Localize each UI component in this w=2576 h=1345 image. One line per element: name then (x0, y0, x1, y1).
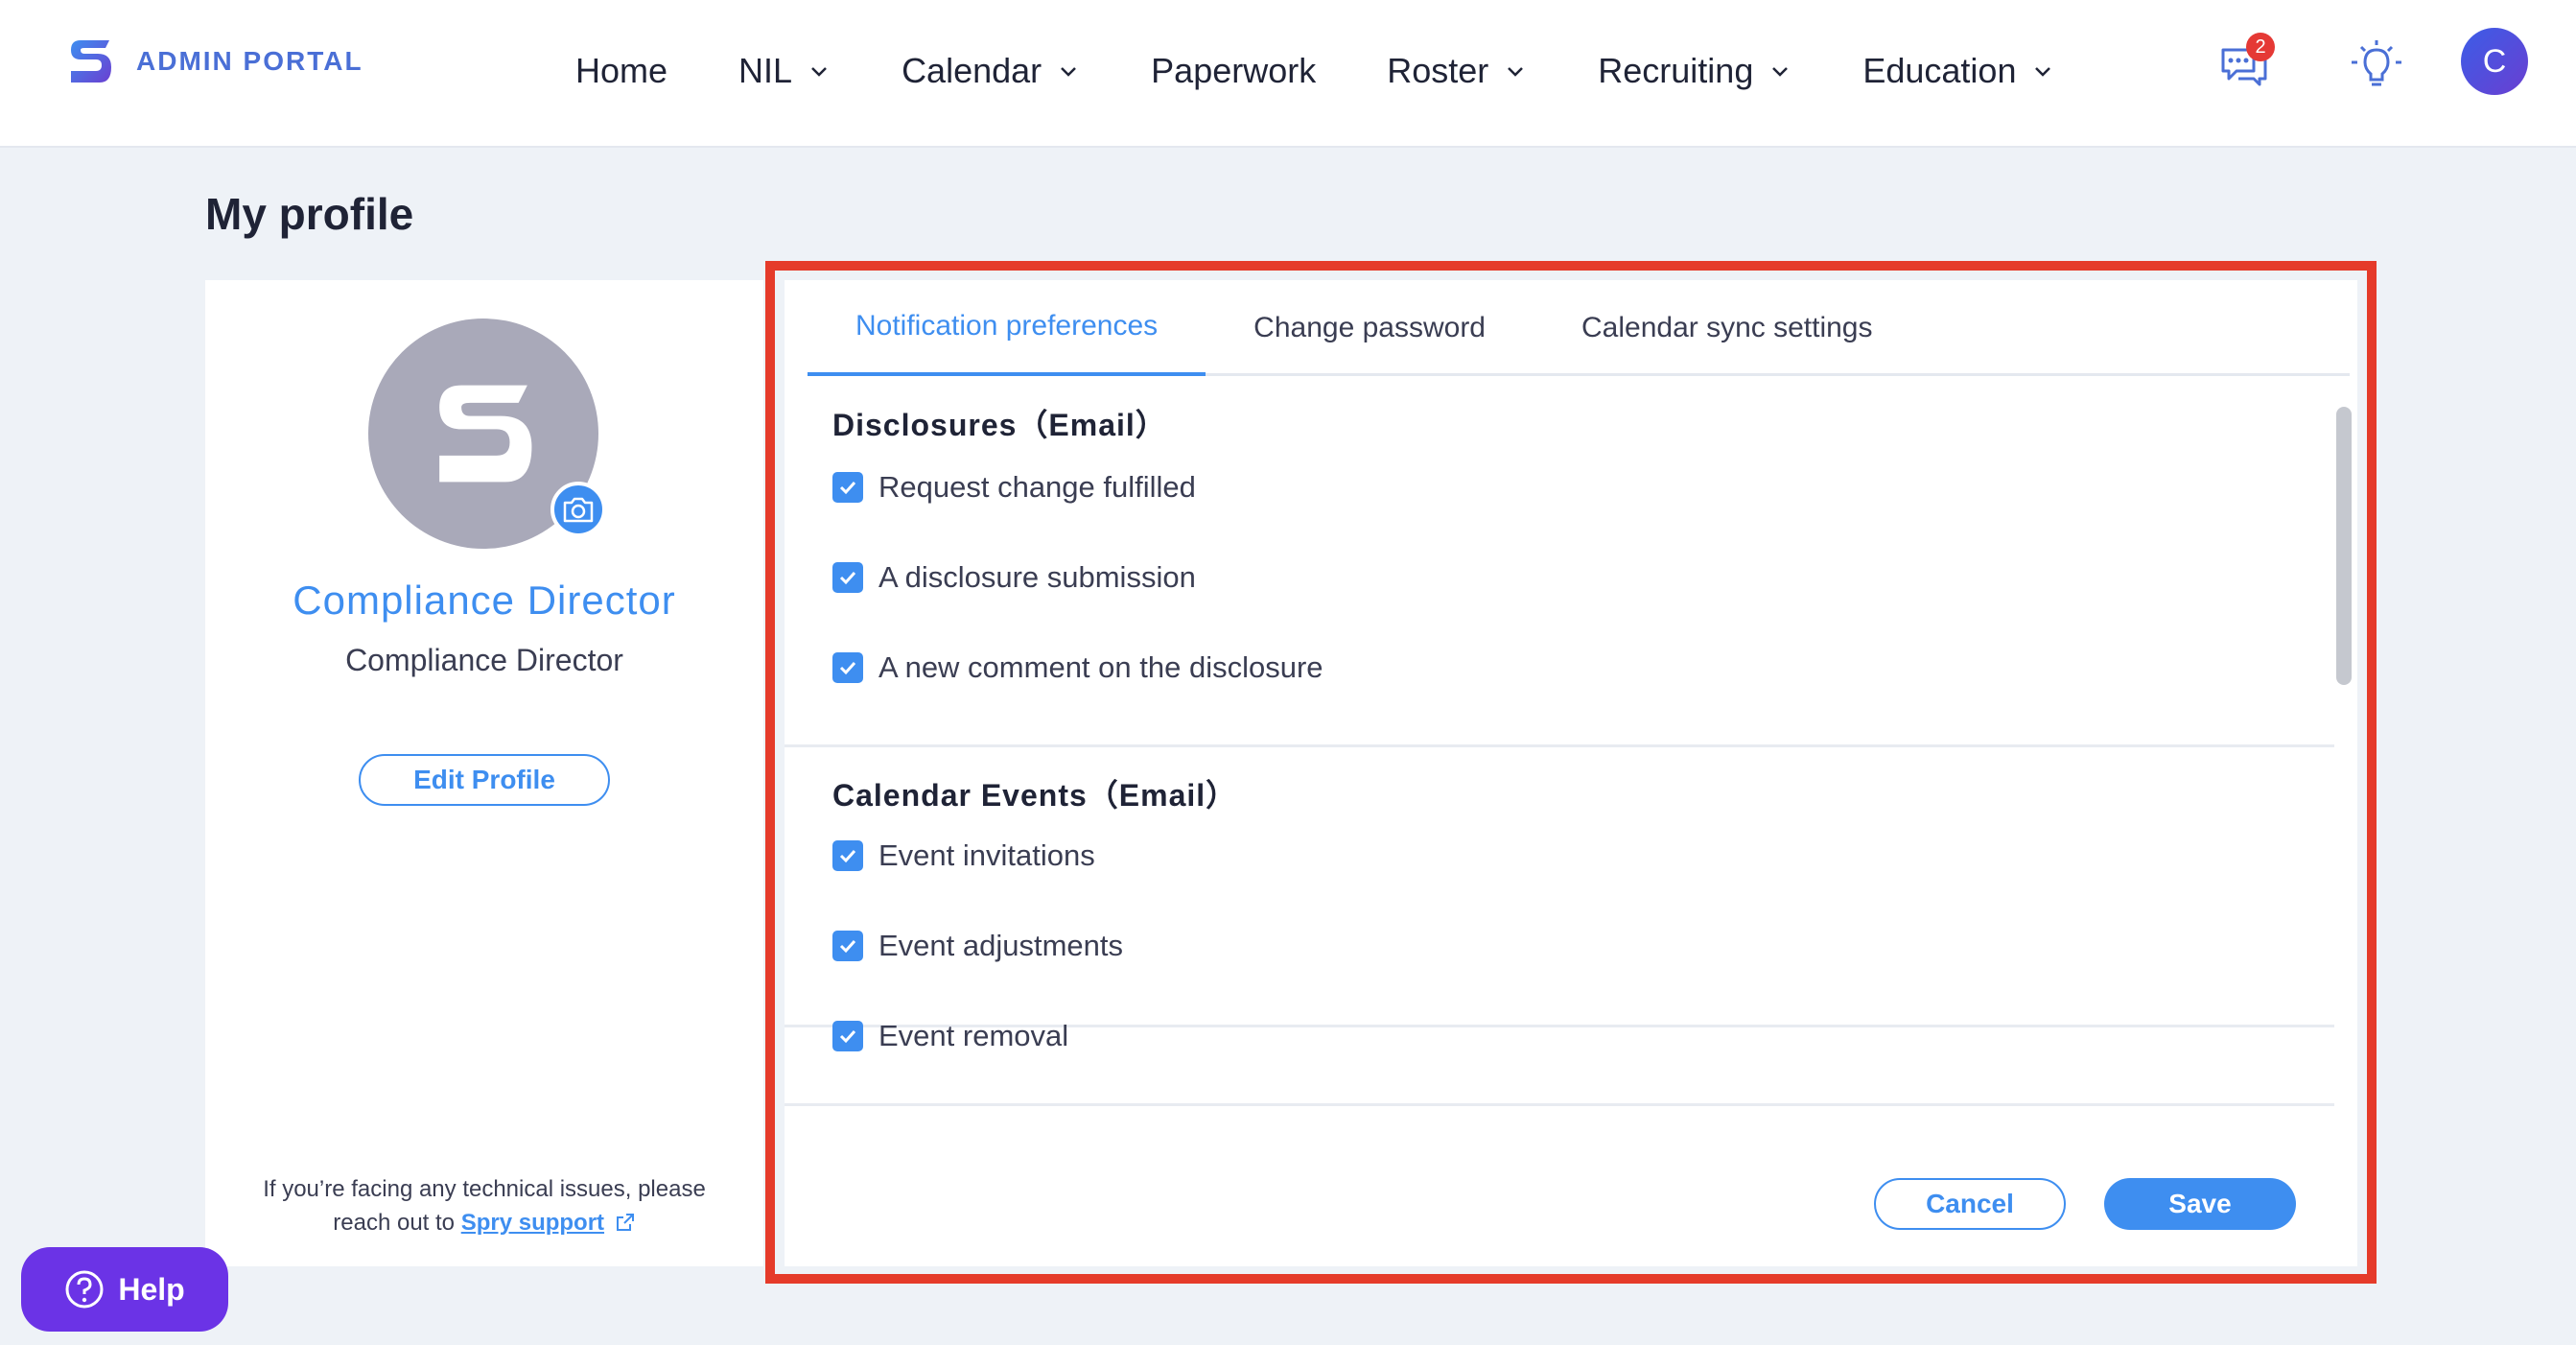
help-label: Help (118, 1271, 185, 1307)
chevron-down-icon (1508, 67, 1524, 77)
support-prefix: reach out to (333, 1210, 456, 1236)
chevron-down-icon (811, 67, 827, 77)
chevron-down-icon (1772, 67, 1789, 77)
page-title: My profile (205, 189, 414, 239)
nav-paperwork[interactable]: Paperwork (1151, 51, 1316, 91)
chevron-down-icon (1061, 67, 1077, 77)
highlight-box (765, 261, 2377, 1284)
main-nav: Home NIL Calendar Paperwork Roster Recru… (575, 46, 2054, 96)
nav-recruiting[interactable]: Recruiting (1598, 51, 1791, 91)
nav-roster[interactable]: Roster (1387, 51, 1527, 91)
question-circle-icon (65, 1270, 104, 1309)
nav-paperwork-label: Paperwork (1151, 51, 1317, 90)
change-photo-button[interactable] (550, 482, 606, 537)
chevron-down-icon (2035, 67, 2051, 77)
edit-profile-button[interactable]: Edit Profile (359, 754, 610, 806)
nav-home-label: Home (575, 51, 668, 90)
support-message: If you’re facing any technical issues, p… (205, 1172, 763, 1239)
spry-logo-icon (439, 385, 532, 483)
spry-logo-icon (71, 40, 111, 83)
nav-calendar-label: Calendar (902, 51, 1042, 90)
external-link-icon (616, 1214, 634, 1231)
profile-card: Compliance Director Compliance Director … (205, 280, 763, 1266)
help-button[interactable]: Help (21, 1247, 228, 1332)
brand[interactable]: ADMIN PORTAL (67, 36, 363, 86)
support-line-2: reach out to Spry support (205, 1206, 763, 1239)
nav-education-label: Education (1862, 51, 2017, 90)
top-navbar: ADMIN PORTAL Home NIL Calendar Paperwork… (0, 0, 2576, 148)
nav-calendar[interactable]: Calendar (902, 51, 1080, 91)
user-avatar[interactable]: C (2461, 28, 2528, 95)
spry-support-link[interactable]: Spry support (461, 1210, 604, 1236)
nav-nil-label: NIL (738, 51, 793, 90)
brand-name: ADMIN PORTAL (136, 46, 363, 76)
camera-icon (563, 497, 594, 523)
profile-role: Compliance Director (345, 643, 623, 677)
nav-education[interactable]: Education (1862, 51, 2054, 91)
nav-roster-label: Roster (1387, 51, 1489, 90)
support-line-1: If you’re facing any technical issues, p… (263, 1176, 706, 1202)
notification-badge: 2 (2246, 33, 2275, 61)
nav-home[interactable]: Home (575, 51, 667, 91)
lightbulb-icon[interactable] (2348, 36, 2405, 94)
nav-nil[interactable]: NIL (738, 51, 831, 91)
profile-name: Compliance Director (293, 578, 676, 623)
avatar-initial: C (2482, 42, 2507, 80)
nav-recruiting-label: Recruiting (1598, 51, 1754, 90)
